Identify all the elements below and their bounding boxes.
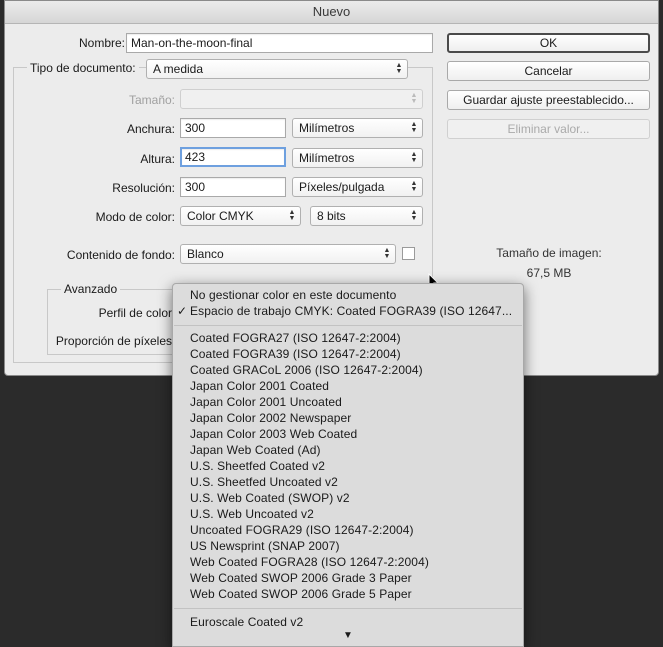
width-label: Anchura: <box>126 122 175 136</box>
menu-item-profile[interactable]: Web Coated SWOP 2006 Grade 5 Paper <box>190 586 412 602</box>
background-color-swatch[interactable] <box>402 247 415 260</box>
resolution-unit-select[interactable]: Píxeles/pulgada ▲ ▼ <box>292 177 423 197</box>
background-label: Contenido de fondo: <box>66 248 175 262</box>
save-preset-button[interactable]: Guardar ajuste preestablecido... <box>447 90 650 110</box>
menu-item-profile[interactable]: Web Coated FOGRA28 (ISO 12647-2:2004) <box>190 554 429 570</box>
color-profile-dropdown-menu[interactable]: No gestionar color en este documento ✓ E… <box>172 283 524 647</box>
bit-depth-select[interactable]: 8 bits ▲ ▼ <box>310 206 423 226</box>
color-mode-value: Color CMYK <box>187 209 254 223</box>
updown-arrows-icon: ▲ ▼ <box>410 151 418 164</box>
menu-item-profile[interactable]: Japan Color 2001 Uncoated <box>190 394 342 410</box>
updown-arrows-icon: ▲ ▼ <box>410 180 418 193</box>
ok-button[interactable]: OK <box>447 33 650 53</box>
menu-item-profile[interactable]: Japan Color 2003 Web Coated <box>190 426 357 442</box>
size-label: Tamaño: <box>128 93 175 107</box>
color-mode-select[interactable]: Color CMYK ▲ ▼ <box>180 206 301 226</box>
menu-item-profile[interactable]: U.S. Web Coated (SWOP) v2 <box>190 490 350 506</box>
background-select[interactable]: Blanco ▲ ▼ <box>180 244 396 264</box>
delete-preset-button: Eliminar valor... <box>447 119 650 139</box>
height-label: Altura: <box>140 152 175 166</box>
cancel-button[interactable]: Cancelar <box>447 61 650 81</box>
menu-item-working-cmyk[interactable]: ✓ Espacio de trabajo CMYK: Coated FOGRA3… <box>177 303 513 319</box>
resolution-unit-value: Píxeles/pulgada <box>299 180 385 194</box>
scroll-down-arrow-icon[interactable]: ▼ <box>173 630 523 641</box>
image-size-label: Tamaño de imagen: <box>496 246 602 260</box>
width-unit-value: Milímetros <box>299 121 355 135</box>
name-input[interactable]: Man-on-the-moon-final <box>126 33 433 53</box>
menu-item-profile[interactable]: Coated FOGRA27 (ISO 12647-2:2004) <box>190 330 401 346</box>
height-unit-select[interactable]: Milímetros ▲ ▼ <box>292 148 423 168</box>
menu-item-profile[interactable]: Japan Web Coated (Ad) <box>190 442 321 458</box>
menu-separator <box>174 608 522 609</box>
width-unit-select[interactable]: Milímetros ▲ ▼ <box>292 118 423 138</box>
menu-item-profile[interactable]: Japan Color 2001 Coated <box>190 378 329 394</box>
pixel-aspect-label: Proporción de píxeles <box>55 334 172 348</box>
menu-item-working-cmyk-label: Espacio de trabajo CMYK: Coated FOGRA39 … <box>190 304 513 318</box>
updown-arrows-icon: ▲ ▼ <box>410 209 418 222</box>
updown-arrows-icon: ▲ ▼ <box>410 121 418 134</box>
resolution-label: Resolución: <box>112 181 175 195</box>
menu-item-profile[interactable]: Euroscale Coated v2 <box>190 614 303 630</box>
name-label: Nombre: <box>78 36 125 50</box>
menu-item-profile[interactable]: U.S. Sheetfed Uncoated v2 <box>190 474 338 490</box>
menu-item-profile[interactable]: US Newsprint (SNAP 2007) <box>190 538 340 554</box>
checkmark-icon: ✓ <box>177 304 188 318</box>
document-type-select[interactable]: A medida ▲ ▼ <box>146 59 408 79</box>
updown-arrows-icon: ▲ ▼ <box>410 92 418 105</box>
dialog-title: Nuevo <box>5 1 658 24</box>
background-value: Blanco <box>187 247 224 261</box>
menu-item-profile[interactable]: U.S. Sheetfed Coated v2 <box>190 458 325 474</box>
updown-arrows-icon: ▲ ▼ <box>395 62 403 75</box>
updown-arrows-icon: ▲ ▼ <box>288 209 296 222</box>
menu-item-profile[interactable]: Coated GRACoL 2006 (ISO 12647-2:2004) <box>190 362 423 378</box>
menu-separator <box>174 325 522 326</box>
menu-item-profile[interactable]: Coated FOGRA39 (ISO 12647-2:2004) <box>190 346 401 362</box>
advanced-toggle[interactable]: Avanzado <box>61 282 121 296</box>
menu-item-no-color-management[interactable]: No gestionar color en este documento <box>190 287 396 303</box>
width-input[interactable]: 300 <box>180 118 286 138</box>
menu-item-profile[interactable]: Web Coated SWOP 2006 Grade 3 Paper <box>190 570 412 586</box>
menu-item-profile[interactable]: Japan Color 2002 Newspaper <box>190 410 351 426</box>
height-unit-value: Milímetros <box>299 151 355 165</box>
height-input[interactable]: 423 <box>180 147 286 167</box>
color-profile-label: Perfil de color <box>98 306 172 320</box>
menu-item-profile[interactable]: Uncoated FOGRA29 (ISO 12647-2:2004) <box>190 522 414 538</box>
document-type-value: A medida <box>153 62 204 76</box>
document-type-label: Tipo de documento: <box>27 61 139 75</box>
updown-arrows-icon: ▲ ▼ <box>383 247 391 260</box>
size-select: ▲ ▼ <box>180 89 423 109</box>
menu-item-profile[interactable]: U.S. Web Uncoated v2 <box>190 506 314 522</box>
color-mode-label: Modo de color: <box>95 210 175 224</box>
image-size-value: 67,5 MB <box>526 266 572 280</box>
bit-depth-value: 8 bits <box>317 209 346 223</box>
resolution-input[interactable]: 300 <box>180 177 286 197</box>
